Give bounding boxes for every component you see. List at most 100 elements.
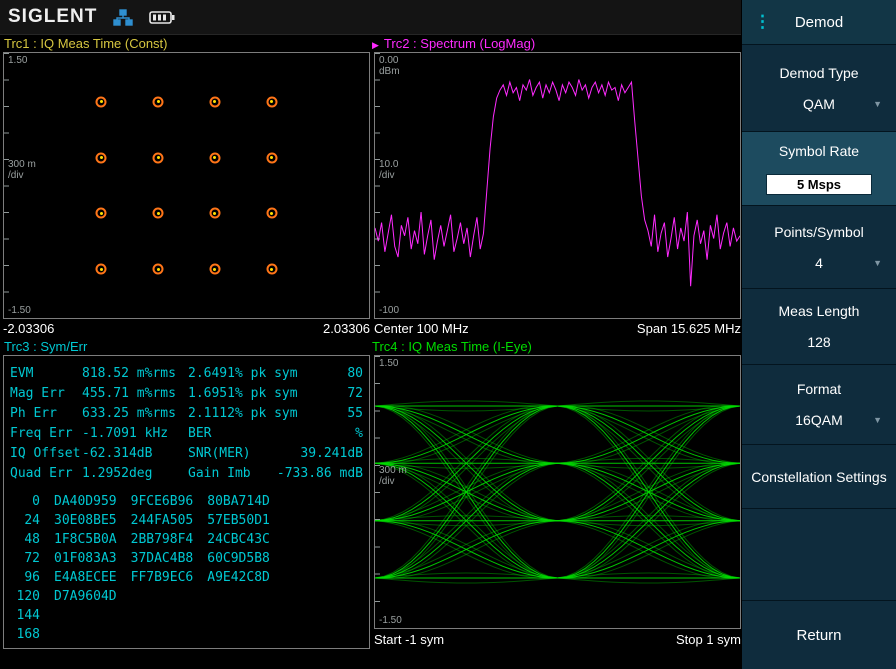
plot-row-1: 1.50 300 m/div -1.50 0.00 dBm 10.0/div -1…	[0, 52, 741, 319]
hex-row-index: 168	[16, 627, 40, 642]
eye-column: 1.50 300 m/div -1.50 Start -1 sym Stop 1…	[374, 355, 741, 649]
dropdown-caret-icon: ▼	[873, 257, 882, 268]
main-display-area: SIGLENT Trc1 : IQ Meas Time (Const) ▶ Trc…	[0, 0, 741, 669]
trc1-title: Trc1 : IQ Meas Time (Const)	[4, 36, 168, 51]
hex-row-index: 48	[24, 532, 40, 547]
sidebar-item-format[interactable]: Format 16QAM ▼	[742, 365, 896, 445]
siglent-logo: SIGLENT	[8, 6, 98, 27]
hex-group: 37DAC4B8	[130, 551, 194, 566]
constellation-point	[266, 263, 278, 275]
hex-group: E4A8ECEE	[54, 570, 117, 585]
constellation-point	[209, 152, 221, 164]
err-row-iq-offset: IQ Offset -62.314dB SNR(MER) 39.241dB	[10, 443, 363, 463]
err-cell: 55	[347, 405, 363, 421]
lan-network-icon	[113, 8, 134, 26]
sidebar-item-value-row: QAM ▼	[750, 96, 888, 112]
return-button[interactable]: Return	[742, 600, 896, 669]
hex-row-index: 120	[16, 589, 40, 604]
hex-row-index: 0	[32, 494, 40, 509]
trace-headers-row-1: Trc1 : IQ Meas Time (Const) ▶ Trc2 : Spec…	[0, 35, 741, 52]
constellation-point	[152, 207, 164, 219]
err-cell: Freq Err	[10, 425, 73, 441]
sidebar-item-label: Meas Length	[778, 303, 860, 319]
sidebar-item-meas-length[interactable]: Meas Length 128	[742, 289, 896, 365]
err-cell: SNR(MER)	[188, 445, 251, 461]
err-cell: -1.7091 kHz	[82, 425, 169, 441]
hex-group: 57EB50D1	[207, 513, 270, 528]
axis-caption-row-2: Start -1 sym Stop 1 sym	[374, 629, 741, 649]
menu-title-demod[interactable]: ⋮ Demod	[742, 0, 896, 45]
sidebar-item-value-row: 16QAM ▼	[750, 412, 888, 428]
return-label: Return	[796, 626, 842, 644]
hex-group: 60C9D5B8	[207, 551, 270, 566]
sidebar-item-constellation-settings[interactable]: Constellation Settings	[742, 445, 896, 509]
trc4-scale-label: 300 m/div	[379, 464, 407, 487]
sidebar-item-value: QAM	[803, 95, 835, 112]
trc1-scale-label: 300 m/div	[8, 159, 36, 181]
sidebar-item-value: 128	[807, 334, 831, 350]
y-axis-ticks	[375, 356, 380, 628]
trc1-x-max: 2.03306	[323, 321, 370, 336]
trc1-ref-level: 1.50	[8, 55, 28, 66]
constellation-point	[95, 152, 107, 164]
sidebar-item-symbol-rate[interactable]: Symbol Rate 5 Msps	[742, 132, 896, 206]
hex-group: 9FCE6B96	[130, 494, 194, 509]
err-row-quad-err: Quad Err 1.2952deg Gain Imb -733.86 mdB	[10, 463, 363, 483]
sidebar-item-label: Format	[796, 381, 842, 397]
hex-row-120: 120 D7A9604D	[10, 587, 363, 606]
hex-row-48: 48 1F8C5B0A 2BB798F4 24CBC43C	[10, 530, 363, 549]
sym-err-panel: EVM 818.52 m%rms 2.6491% pk sym 80 Mag Err 45…	[3, 355, 370, 649]
trc4-title: Trc4 : IQ Meas Time (I-Eye)	[372, 339, 532, 354]
topbar: SIGLENT	[0, 0, 741, 35]
err-cell: 72	[347, 385, 363, 401]
trc4-ref-level: 1.50	[379, 358, 399, 369]
err-cell: -62.314dB	[82, 445, 153, 461]
hex-row-0: 0 DA40D959 9FCE6B96 80BA714D	[10, 492, 363, 511]
trc1-min-level: -1.50	[8, 305, 31, 316]
trc2-title: ▶ Trc2 : Spectrum (LogMag)	[372, 36, 536, 51]
trc2-ref-level: 0.00 dBm	[379, 55, 400, 77]
dropdown-caret-icon: ▼	[873, 415, 882, 425]
eye-trace	[375, 356, 740, 628]
hex-group: D7A9604D	[54, 589, 117, 604]
err-cell: 39.241dB	[300, 445, 363, 461]
constellation-point	[95, 207, 107, 219]
sidebar-item-value: 4	[815, 254, 823, 271]
constellation-point	[152, 263, 164, 275]
spectrum-plot[interactable]: 0.00 dBm 10.0/div -100	[374, 52, 741, 319]
sidebar-item-value[interactable]: 5 Msps	[766, 173, 872, 195]
err-row-mag-err: Mag Err 455.71 m%rms 1.6951% pk sym 72	[10, 383, 363, 403]
constellation-point	[152, 96, 164, 108]
eye-diagram-plot[interactable]: 1.50 300 m/div -1.50	[374, 355, 741, 629]
trc2-min-level: -100	[379, 305, 400, 316]
error-summary-table: EVM 818.52 m%rms 2.6491% pk sym 80 Mag Err 45…	[10, 363, 363, 483]
constellation-plot[interactable]: 1.50 300 m/div -1.50	[3, 52, 370, 319]
err-cell: 1.6951% pk sym	[188, 385, 298, 401]
err-row-freq-err: Freq Err -1.7091 kHz BER%	[10, 423, 363, 443]
vsa-screen: SIGLENT Trc1 : IQ Meas Time (Const) ▶ Trc…	[0, 0, 896, 669]
sidebar-item-value: 16QAM	[795, 412, 843, 428]
sidebar-item-label: Points/Symbol	[774, 223, 864, 240]
hex-row-index: 24	[24, 513, 40, 528]
constellation-point	[95, 263, 107, 275]
sidebar-item-label: Demod Type	[779, 64, 859, 81]
trc4-x-start: Start -1 sym	[374, 631, 445, 647]
hex-group: 1F8C5B0A	[54, 532, 117, 547]
err-cell: 2.6491% pk sym	[188, 365, 298, 381]
dropdown-caret-icon: ▼	[873, 98, 882, 109]
constellation-point	[209, 96, 221, 108]
err-cell: EVM	[10, 365, 34, 381]
sidebar-item-label: Constellation Settings	[751, 468, 887, 485]
hex-group: 01F083A3	[54, 551, 117, 566]
sidebar-item-points-symbol[interactable]: Points/Symbol 4 ▼	[742, 206, 896, 289]
err-row-ph-err: Ph Err 633.25 m%rms 2.1112% pk sym 55	[10, 403, 363, 423]
constellation-point	[209, 263, 221, 275]
sidebar-item-value-row: 5 Msps	[750, 173, 888, 195]
sidebar-item-demod-type[interactable]: Demod Type QAM ▼	[742, 45, 896, 132]
err-cell: BER	[188, 425, 212, 441]
hex-row-index: 96	[24, 570, 40, 585]
constellation-point	[209, 207, 221, 219]
y-axis-ticks	[375, 53, 380, 318]
sidebar-item-value-row: 4 ▼	[750, 255, 888, 271]
